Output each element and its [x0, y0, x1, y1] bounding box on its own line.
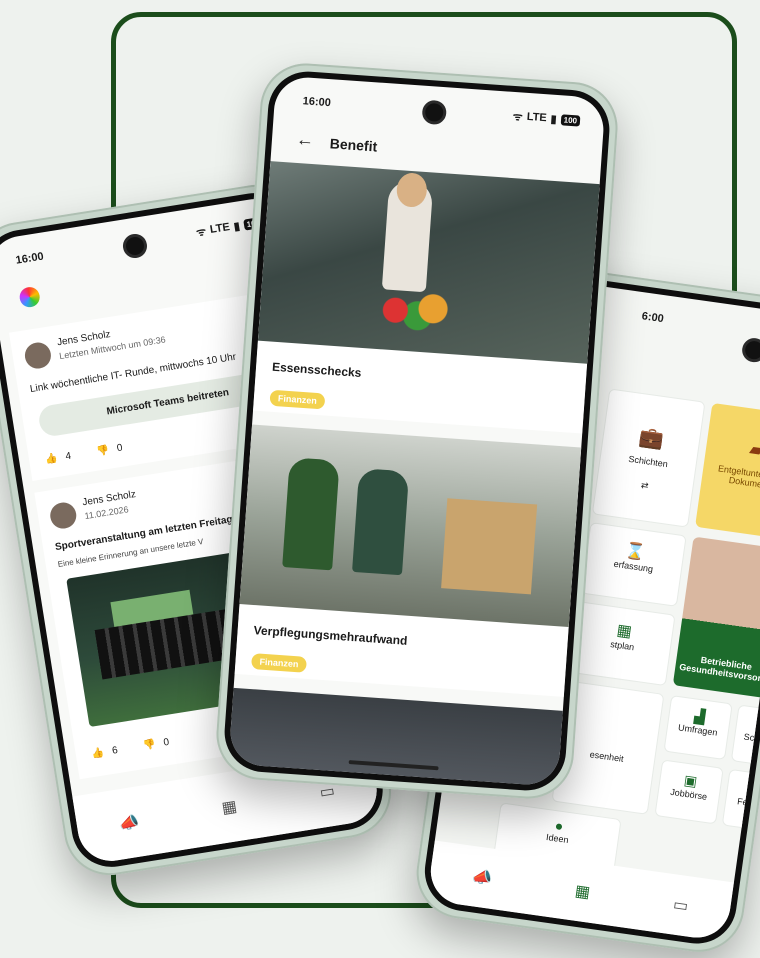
chat-icon[interactable]: ▭ [672, 894, 690, 916]
tile-jobboerse[interactable]: ▣ Jobbörse [654, 759, 724, 825]
tile-dienstplan[interactable]: ▦ stplan [569, 601, 676, 687]
category-tag: Finanzen [269, 389, 326, 410]
benefit-card[interactable]: Essensschecks Finanzen [253, 161, 600, 434]
avatar [48, 500, 79, 531]
app-logo [18, 285, 42, 309]
megaphone-icon[interactable]: 📣 [118, 812, 141, 835]
wifi-icon: ᯤ [512, 110, 524, 124]
benefit-card[interactable]: Verpflegungsmehraufwand Finanzen [234, 424, 582, 697]
thumbs-up-icon[interactable]: 👍 [45, 453, 59, 466]
tile-erfassung[interactable]: ⌛ erfassung [580, 522, 687, 607]
post-author: Jens Scholz [81, 489, 137, 509]
benefit-title: Verpflegungsmehraufwand [253, 623, 408, 648]
thumbs-up-icon[interactable]: 👍 [91, 747, 105, 760]
thumbs-down-icon[interactable]: 👎 [143, 739, 157, 752]
avatar [23, 340, 53, 371]
middle-phone: 16:00 ᯤ LTE ▮ 100 ← Benefit Essensschecks F… [213, 60, 621, 802]
wifi-icon: ᯤ [195, 225, 208, 239]
tile-gesundheit[interactable]: Betriebliche Gesundheitsvorsorge [672, 536, 760, 700]
benefit-title: Essensschecks [271, 359, 362, 380]
signal-icon: ▮ [550, 113, 558, 126]
signal-icon: ▮ [232, 219, 241, 233]
back-arrow-icon[interactable]: ← [295, 129, 314, 151]
status-time: 6:00 [640, 310, 665, 326]
grid-icon[interactable]: ▦ [574, 881, 592, 903]
status-time: 16:00 [14, 250, 45, 267]
tile-umfragen[interactable]: ▟ Umfragen [663, 694, 733, 761]
category-tag: Finanzen [250, 653, 307, 673]
megaphone-icon[interactable]: 📣 [471, 866, 494, 889]
benefit-image [257, 161, 600, 364]
page-title: Benefit [329, 135, 378, 155]
status-time: 16:00 [302, 95, 332, 110]
benefit-image [239, 424, 582, 628]
tile-entgelt[interactable]: ▰ Entgeltunterlagen Dokumente [695, 402, 760, 541]
thumbs-down-icon[interactable]: 👎 [96, 445, 110, 458]
swap-icon: ⇄ [640, 479, 650, 491]
tile-schichten[interactable]: 💼 Schichten ⇄ [591, 388, 706, 528]
grid-icon[interactable]: ▦ [220, 796, 239, 818]
